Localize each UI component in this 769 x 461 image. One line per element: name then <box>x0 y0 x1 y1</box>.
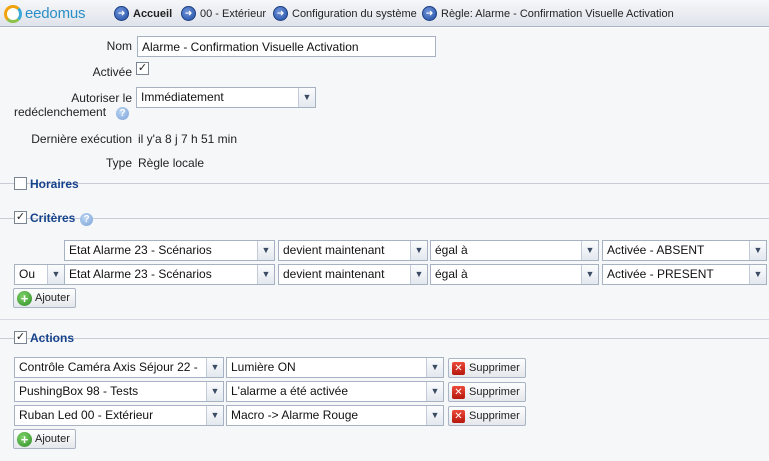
chevron-down-icon: ▼ <box>581 241 598 260</box>
action-command-select[interactable]: Macro -> Alarme Rouge ▼ <box>226 405 444 426</box>
retrigger-label-line1: Autoriser le <box>71 91 132 105</box>
action-device-select[interactable]: Ruban Led 00 - Extérieur ▼ <box>14 405 224 426</box>
last-exec-label: Dernière exécution <box>31 132 132 146</box>
rule-name-input[interactable] <box>137 36 436 57</box>
delete-action-button[interactable]: ✕ Supprimer <box>448 406 526 426</box>
chevron-down-icon: ▼ <box>426 406 443 425</box>
breadcrumb-home[interactable]: ➜ Accueil <box>114 5 172 22</box>
type-label: Type <box>105 156 132 170</box>
arrow-right-icon: ➜ <box>422 6 437 21</box>
criterion-value-value: Activée - ABSENT <box>607 243 705 257</box>
chevron-down-icon: ▼ <box>749 241 766 260</box>
add-criterion-button[interactable]: + Ajouter <box>13 288 76 308</box>
action-command-value: Macro -> Alarme Rouge <box>231 408 359 422</box>
delete-action-button[interactable]: ✕ Supprimer <box>448 382 526 402</box>
criterion-condition-select[interactable]: devient maintenant ▼ <box>278 240 428 261</box>
criterion-device-select[interactable]: Etat Alarme 23 - Scénarios ▼ <box>64 264 275 285</box>
delete-button-label: Supprimer <box>469 362 520 374</box>
delete-button-label: Supprimer <box>469 410 520 422</box>
action-device-value: PushingBox 98 - Tests <box>19 384 139 398</box>
logo-ring-icon <box>4 4 22 23</box>
criterion-value-value: Activée - PRESENT <box>607 267 714 281</box>
plus-icon: + <box>17 290 32 306</box>
criterion-condition-value: devient maintenant <box>283 267 385 281</box>
criterion-comparison-value: égal à <box>435 243 468 257</box>
action-command-value: Lumière ON <box>231 360 296 374</box>
horaires-title[interactable]: Horaires <box>30 177 79 191</box>
logo-text: eedomus <box>25 5 86 22</box>
add-action-button[interactable]: + Ajouter <box>13 429 76 449</box>
chevron-down-icon: ▼ <box>206 382 223 401</box>
criterion-device-select[interactable]: Etat Alarme 23 - Scénarios ▼ <box>64 240 275 261</box>
breadcrumb-label: 00 - Extérieur <box>200 7 267 20</box>
criterion-device-value: Etat Alarme 23 - Scénarios <box>69 243 212 257</box>
criterion-comparison-select[interactable]: égal à ▼ <box>430 240 599 261</box>
action-command-value: L'alarme a été activée <box>231 384 349 398</box>
active-checkbox[interactable]: ✓ <box>136 62 149 75</box>
actions-checkbox[interactable]: ✓ <box>14 331 27 344</box>
delete-action-button[interactable]: ✕ Supprimer <box>448 358 526 378</box>
criterion-comparison-select[interactable]: égal à ▼ <box>430 264 599 285</box>
arrow-right-icon: ➜ <box>114 6 129 21</box>
chevron-down-icon: ▼ <box>47 265 64 284</box>
add-button-label: Ajouter <box>35 433 70 445</box>
section-divider <box>0 183 769 184</box>
breadcrumb-rule[interactable]: ➜ Règle: Alarme - Confirmation Visuelle … <box>422 5 674 22</box>
retrigger-label-line2: redéclenchement <box>14 105 107 119</box>
criterion-value-select[interactable]: Activée - PRESENT ▼ <box>602 264 767 285</box>
help-icon[interactable]: ? <box>116 107 129 120</box>
add-button-label: Ajouter <box>35 292 70 304</box>
breadcrumb-label: Règle: Alarme - Confirmation Visuelle Ac… <box>441 7 674 20</box>
delete-icon: ✕ <box>452 409 465 423</box>
criterion-operator-select[interactable]: Ou ▼ <box>14 264 65 285</box>
last-exec-value: il y'a 8 j 7 h 51 min <box>138 132 238 146</box>
criterion-operator-value: Ou <box>19 267 36 281</box>
action-command-select[interactable]: Lumière ON ▼ <box>226 357 444 378</box>
retrigger-select-value: Immédiatement <box>141 90 224 104</box>
top-navigation-bar: eedomus ➜ Accueil ➜ 00 - Extérieur ➜ Con… <box>0 0 769 27</box>
action-command-select[interactable]: L'alarme a été activée ▼ <box>226 381 444 402</box>
delete-button-label: Supprimer <box>469 386 520 398</box>
breadcrumb-label: Accueil <box>133 7 173 20</box>
name-label: Nom <box>106 39 132 53</box>
retrigger-label: Autoriser le <box>10 91 132 105</box>
chevron-down-icon: ▼ <box>749 265 766 284</box>
criterion-condition-value: devient maintenant <box>283 243 385 257</box>
chevron-down-icon: ▼ <box>257 265 274 284</box>
chevron-down-icon: ▼ <box>410 265 427 284</box>
active-label: Activée <box>92 65 132 79</box>
breadcrumb-system-config[interactable]: ➜ Configuration du système <box>273 5 417 22</box>
horaires-checkbox[interactable] <box>14 177 27 190</box>
eedomus-logo[interactable]: eedomus <box>4 3 86 24</box>
chevron-down-icon: ▼ <box>257 241 274 260</box>
chevron-down-icon: ▼ <box>298 88 315 107</box>
help-icon[interactable]: ? <box>80 213 93 226</box>
action-device-select[interactable]: Contrôle Caméra Axis Séjour 22 - ▼ <box>14 357 224 378</box>
chevron-down-icon: ▼ <box>206 358 223 377</box>
criterion-value-select[interactable]: Activée - ABSENT ▼ <box>602 240 767 261</box>
action-device-value: Ruban Led 00 - Extérieur <box>19 408 154 422</box>
retrigger-select[interactable]: Immédiatement ▼ <box>136 87 316 108</box>
chevron-down-icon: ▼ <box>410 241 427 260</box>
chevron-down-icon: ▼ <box>426 382 443 401</box>
chevron-down-icon: ▼ <box>581 265 598 284</box>
delete-icon: ✕ <box>452 385 465 399</box>
plus-icon: + <box>17 431 32 447</box>
breadcrumb-label: Configuration du système <box>292 7 417 20</box>
chevron-down-icon: ▼ <box>206 406 223 425</box>
actions-title[interactable]: Actions <box>30 331 74 345</box>
delete-icon: ✕ <box>452 361 465 375</box>
breadcrumb-room[interactable]: ➜ 00 - Extérieur <box>181 5 266 22</box>
criterion-condition-select[interactable]: devient maintenant ▼ <box>278 264 428 285</box>
criterion-comparison-value: égal à <box>435 267 468 281</box>
criteria-checkbox[interactable]: ✓ <box>14 211 27 224</box>
action-device-select[interactable]: PushingBox 98 - Tests ▼ <box>14 381 224 402</box>
action-device-value: Contrôle Caméra Axis Séjour 22 - <box>19 360 198 374</box>
arrow-right-icon: ➜ <box>273 6 288 21</box>
criterion-device-value: Etat Alarme 23 - Scénarios <box>69 267 212 281</box>
arrow-right-icon: ➜ <box>181 6 196 21</box>
chevron-down-icon: ▼ <box>426 358 443 377</box>
criteria-title[interactable]: Critères <box>30 211 75 225</box>
type-value: Règle locale <box>138 156 205 170</box>
